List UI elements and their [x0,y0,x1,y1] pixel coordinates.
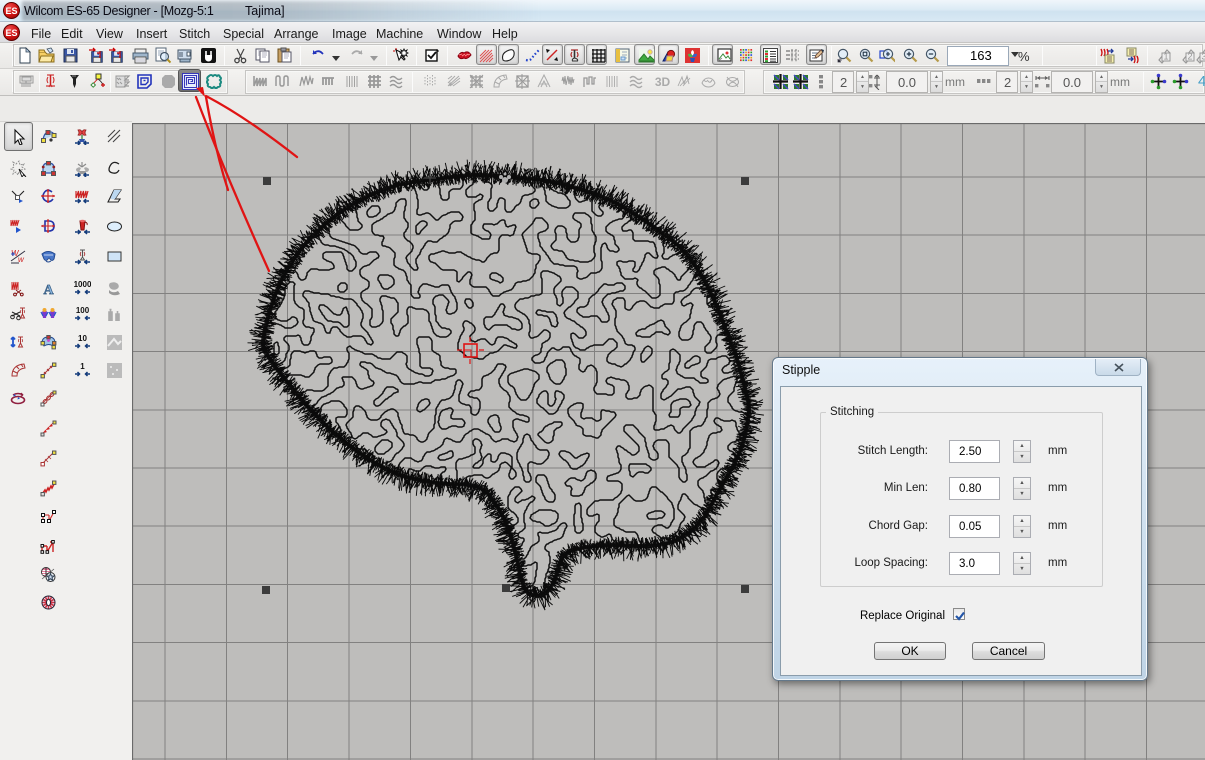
svg-text:2: 2 [1187,52,1192,62]
svg-text:1000: 1000 [74,280,91,289]
svg-text:1: 1 [80,362,85,371]
svg-text:3D: 3D [655,75,671,89]
svg-text:1: 1 [1163,52,1168,62]
svg-text:10: 10 [78,334,87,343]
svg-text:100: 100 [76,306,90,315]
svg-text:w: w [18,255,25,264]
svg-text:3: 3 [1201,52,1205,62]
svg-text:A: A [43,283,54,297]
